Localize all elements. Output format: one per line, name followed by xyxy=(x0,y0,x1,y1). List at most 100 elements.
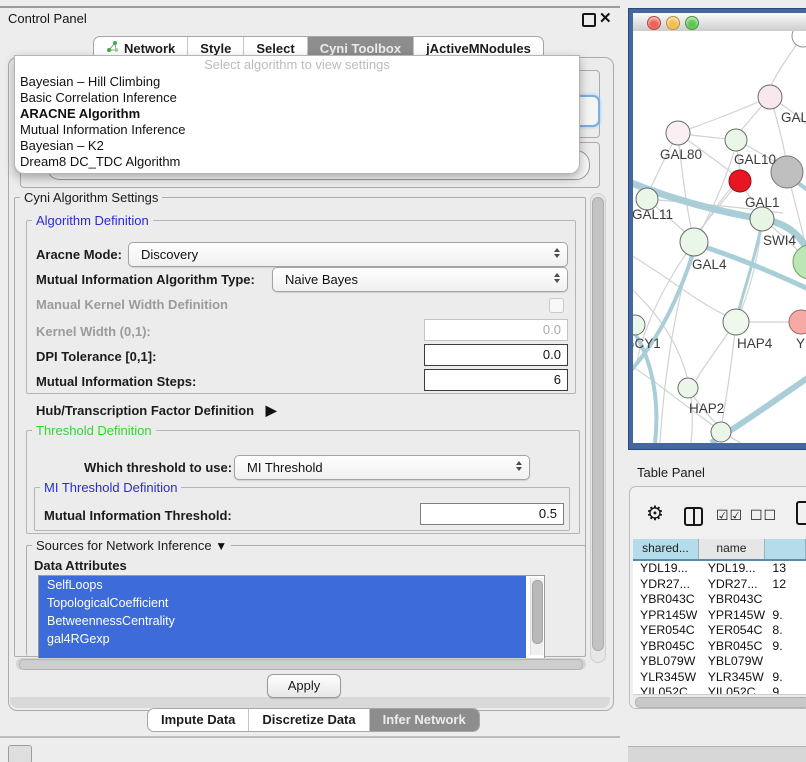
unchecked-boxes-icon[interactable]: ☐☐ xyxy=(750,507,777,524)
network-node[interactable] xyxy=(792,31,806,47)
table-row[interactable]: YDL19...YDL19...13 xyxy=(633,561,806,577)
column-header-partial[interactable] xyxy=(765,539,806,559)
minimize-light-icon[interactable] xyxy=(666,16,680,30)
network-node-hap4[interactable] xyxy=(723,309,749,335)
scrollbar-thumb[interactable] xyxy=(592,197,604,651)
table-cell: YDR27... xyxy=(701,577,769,593)
table-cell: 9. xyxy=(768,639,806,655)
mi-algorithm-type-value: Naive Bayes xyxy=(285,272,358,287)
control-panel-bottom-border xyxy=(0,736,620,738)
table-horizontal-scrollbar[interactable] xyxy=(633,694,806,708)
table-cell: YBR043C xyxy=(633,592,701,608)
control-panel-title: Control Panel xyxy=(8,11,87,26)
table-row[interactable]: YBR043CYBR043C xyxy=(633,592,806,608)
mi-steps-input[interactable]: 6 xyxy=(424,369,568,391)
settings-horizontal-scrollbar[interactable] xyxy=(16,658,586,670)
scrollbar-thumb[interactable] xyxy=(635,697,806,708)
table-cell: YLR345W xyxy=(633,670,701,686)
panel-bottom-bar xyxy=(10,697,610,708)
table-row[interactable]: YBL079WYBL079W xyxy=(633,654,806,670)
table-header-row: shared...name xyxy=(633,539,806,561)
table-cell: YPR145W xyxy=(633,608,701,624)
which-threshold-select[interactable]: MI Threshold xyxy=(234,455,530,480)
edge xyxy=(633,281,692,443)
kernel-width-input[interactable]: 0.0 xyxy=(424,319,568,341)
network-node[interactable] xyxy=(793,245,806,279)
tab-discretize-data[interactable]: Discretize Data xyxy=(248,709,368,731)
mi-algorithm-type-label: Mutual Information Algorithm Type: xyxy=(36,272,255,287)
mi-algorithm-type-select[interactable]: Naive Bayes xyxy=(272,267,568,292)
aracne-mode-select[interactable]: Discovery xyxy=(128,242,568,267)
network-node-gal10[interactable] xyxy=(725,129,747,151)
dropdown-placeholder: Select algorithm to view settings xyxy=(15,56,579,74)
table-row[interactable]: YDR27...YDR27...12 xyxy=(633,577,806,593)
manual-kernel-width-checkbox[interactable] xyxy=(549,298,564,313)
node-label-gal: GAL xyxy=(781,110,806,125)
float-window-icon[interactable] xyxy=(582,13,596,27)
split-panel-icon[interactable] xyxy=(684,507,703,526)
table-row[interactable]: YLR345WYLR345W9. xyxy=(633,670,806,686)
tab-label: Infer Network xyxy=(383,712,466,727)
close-icon[interactable]: ✕ xyxy=(599,9,612,27)
node-label-gal11: GAL11 xyxy=(633,207,673,222)
table-row[interactable]: YBR045CYBR045C9. xyxy=(633,639,806,655)
scrollbar-thumb[interactable] xyxy=(19,659,583,670)
zoom-light-icon[interactable] xyxy=(685,16,699,30)
sources-legend[interactable]: Sources for Network Inference ▼ xyxy=(32,538,231,553)
algorithm-option-bayesian-hill-climbing[interactable]: Bayesian – Hill Climbing xyxy=(15,74,579,90)
apply-button[interactable]: Apply xyxy=(267,674,341,698)
attribute-item-selfloops[interactable]: SelfLoops xyxy=(39,576,526,594)
table-cell: YLR345W xyxy=(701,670,769,686)
aracne-mode-value: Discovery xyxy=(141,247,198,262)
attribute-item-betweennesscentrality[interactable]: BetweennessCentrality xyxy=(39,612,526,630)
dpi-tolerance-input[interactable]: 0.0 xyxy=(424,344,568,366)
scrollbar-thumb[interactable] xyxy=(532,580,543,644)
gear-icon[interactable]: ⚙ xyxy=(646,501,664,526)
table-cell: 12 xyxy=(768,577,806,593)
tab-infer-network[interactable]: Infer Network xyxy=(369,709,479,731)
column-header-name[interactable]: name xyxy=(699,539,765,559)
algorithm-option-aracne-algorithm[interactable]: ARACNE Algorithm xyxy=(15,106,579,122)
network-node-gal4[interactable] xyxy=(680,228,708,256)
table-row[interactable]: YER054CYER054C8. xyxy=(633,623,806,639)
node-label-gal80: GAL80 xyxy=(660,147,702,162)
attribute-item-gal4rgexp[interactable]: gal4RGexp xyxy=(39,630,526,648)
column-header-shared[interactable]: shared... xyxy=(633,539,699,559)
tab-impute-data[interactable]: Impute Data xyxy=(148,709,248,731)
mi-threshold-input[interactable]: 0.5 xyxy=(420,503,564,525)
document-icon[interactable] xyxy=(796,501,806,525)
algorithm-option-basic-correlation-inference[interactable]: Basic Correlation Inference xyxy=(15,90,579,106)
hub-definition-toggle[interactable]: Hub/Transcription Factor Definition ▶ xyxy=(36,402,277,419)
algorithm-option-bayesian-k2[interactable]: Bayesian – K2 xyxy=(15,138,579,154)
algorithm-option-mutual-information-inference[interactable]: Mutual Information Inference xyxy=(15,122,579,138)
network-node-gal1[interactable] xyxy=(729,170,751,192)
algorithm-option-dream8-dc-tdc-algorithm[interactable]: Dream8 DC_TDC Algorithm xyxy=(15,154,579,170)
collapsed-panel-button[interactable] xyxy=(8,745,32,762)
network-node-gal80[interactable] xyxy=(666,121,690,145)
node-label-hap4: HAP4 xyxy=(737,336,773,351)
node-attribute-table[interactable]: shared...nameYDL19...YDL19...13YDR27...Y… xyxy=(633,539,806,695)
network-node-gcy1[interactable] xyxy=(633,315,645,335)
network-node-swi4[interactable] xyxy=(750,207,774,231)
network-node[interactable] xyxy=(711,422,731,442)
network-node-y[interactable] xyxy=(789,310,806,334)
table-row[interactable]: YPR145WYPR145W9. xyxy=(633,608,806,624)
settings-vertical-scrollbar[interactable] xyxy=(590,193,606,663)
attributes-scrollbar[interactable] xyxy=(530,578,543,655)
highlighted-edge xyxy=(737,223,762,319)
checked-boxes-icon[interactable]: ☑☑ xyxy=(716,507,743,524)
table-cell: YBR045C xyxy=(633,639,701,655)
network-view[interactable]: GALGAL80GAL10GAL1GAL11SWI4GAL4GCY1HAP4YH… xyxy=(633,31,806,443)
expanded-arrow-icon: ▼ xyxy=(215,539,227,553)
network-node-gal[interactable] xyxy=(758,85,782,109)
data-attributes-list[interactable]: SelfLoopsTopologicalCoefficientBetweenne… xyxy=(38,575,545,659)
table-panel-title: Table Panel xyxy=(637,465,705,480)
attribute-item-partial[interactable] xyxy=(39,648,526,658)
attribute-item-topologicalcoefficient[interactable]: TopologicalCoefficient xyxy=(39,594,526,612)
cyni-settings-legend: Cyni Algorithm Settings xyxy=(20,190,162,205)
network-node-hap2[interactable] xyxy=(678,378,698,398)
node-label-gal10: GAL10 xyxy=(734,152,776,167)
close-light-icon[interactable] xyxy=(647,16,661,30)
mi-threshold-legend: MI Threshold Definition xyxy=(40,480,181,495)
table-cell: 8. xyxy=(768,623,806,639)
